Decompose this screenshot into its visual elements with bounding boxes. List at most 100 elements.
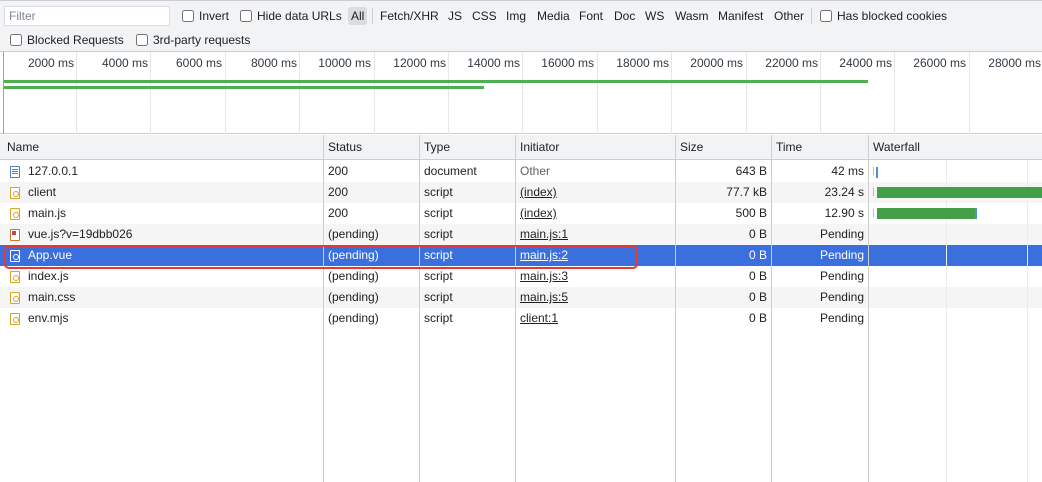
- request-time: Pending: [819, 290, 864, 304]
- request-initiator-link[interactable]: (index): [515, 203, 675, 224]
- request-size: 0 B: [748, 248, 767, 262]
- column-divider[interactable]: [771, 135, 772, 482]
- table-row[interactable]: main.css (pending) script main.js:5 0 B …: [0, 287, 1042, 308]
- type-filter-js[interactable]: JS: [448, 7, 462, 25]
- third-party-requests-checkbox[interactable]: 3rd-party requests: [136, 31, 250, 49]
- type-filter-wasm[interactable]: Wasm: [675, 7, 709, 25]
- overview-gridline: [299, 52, 300, 134]
- filter-toolbar: Invert Hide data URLs All Fetch/XHR JS C…: [0, 0, 1042, 28]
- column-header-status[interactable]: Status: [323, 135, 362, 160]
- overview-bar-main-js: [4, 86, 484, 89]
- overview-tick-label: 4000 ms: [101, 56, 148, 70]
- type-filter-ws[interactable]: WS: [645, 7, 664, 25]
- filter-input[interactable]: [4, 6, 170, 26]
- column-divider[interactable]: [419, 135, 420, 482]
- request-initiator: Other: [520, 164, 551, 178]
- request-name: vue.js?v=19dbb026: [28, 227, 133, 241]
- type-filter-doc[interactable]: Doc: [614, 7, 635, 25]
- type-filter-font[interactable]: Font: [579, 7, 603, 25]
- overview-tick-label: 8000 ms: [250, 56, 297, 70]
- waterfall-tick: [873, 188, 874, 196]
- overview-gridline: [597, 52, 598, 134]
- column-header-time[interactable]: Time: [771, 135, 802, 160]
- request-initiator-link[interactable]: main.js:5: [515, 287, 675, 308]
- column-header-initiator[interactable]: Initiator: [515, 135, 559, 160]
- request-name: main.js: [28, 206, 67, 220]
- invert-label: Invert: [199, 9, 230, 23]
- has-blocked-cookies-checkbox[interactable]: Has blocked cookies: [820, 7, 947, 25]
- table-header: Name Status Type Initiator Size Time Wat…: [0, 135, 1042, 160]
- script-icon: [10, 187, 20, 199]
- document-icon: [10, 166, 20, 178]
- hide-data-urls-checkbox[interactable]: Hide data URLs: [240, 7, 342, 25]
- request-time: Pending: [819, 269, 864, 283]
- request-name: env.mjs: [28, 311, 69, 325]
- overview-tick-label: 12000 ms: [393, 56, 446, 70]
- column-header-name[interactable]: Name: [2, 135, 39, 160]
- overview-tick-label: 24000 ms: [839, 56, 892, 70]
- request-name: main.css: [28, 290, 76, 304]
- blocked-requests-label: Blocked Requests: [27, 33, 124, 47]
- column-divider[interactable]: [323, 135, 324, 482]
- column-header-type[interactable]: Type: [419, 135, 450, 160]
- request-name: 127.0.0.1: [28, 164, 79, 178]
- column-header-waterfall[interactable]: Waterfall: [868, 135, 920, 160]
- column-divider[interactable]: [515, 135, 516, 482]
- request-status: 200: [328, 206, 349, 220]
- invert-checkbox[interactable]: Invert: [182, 7, 229, 25]
- waterfall-tick: [873, 209, 874, 217]
- type-filter-css[interactable]: CSS: [472, 7, 497, 25]
- type-filter-img[interactable]: Img: [506, 7, 526, 25]
- third-party-requests-checkbox-box[interactable]: [136, 34, 148, 46]
- hide-data-urls-label: Hide data URLs: [257, 9, 342, 23]
- hide-data-urls-checkbox-box[interactable]: [240, 10, 252, 22]
- table-row[interactable]: index.js (pending) script main.js:3 0 B …: [0, 266, 1042, 287]
- type-filter-manifest[interactable]: Manifest: [718, 7, 763, 25]
- request-size: 0 B: [748, 311, 767, 325]
- type-filter-all[interactable]: All: [348, 7, 368, 25]
- table-row[interactable]: 127.0.0.1 200 document Other 643 B 42 ms: [0, 161, 1042, 182]
- request-initiator-link[interactable]: main.js:1: [515, 224, 675, 245]
- request-status: (pending): [328, 227, 379, 241]
- has-blocked-cookies-checkbox-box[interactable]: [820, 10, 832, 22]
- overview-bar-client: [4, 80, 868, 83]
- column-divider[interactable]: [675, 135, 676, 482]
- request-type: script: [424, 206, 453, 220]
- request-status: (pending): [328, 311, 379, 325]
- type-filter-separator: [811, 8, 812, 24]
- request-initiator-link[interactable]: main.js:3: [515, 266, 675, 287]
- request-time: 42 ms: [831, 164, 864, 178]
- table-row[interactable]: vue.js?v=19dbb026 (pending) script main.…: [0, 224, 1042, 245]
- overview-tick-label: 20000 ms: [690, 56, 743, 70]
- request-initiator-link[interactable]: (index): [515, 182, 675, 203]
- type-filter-media[interactable]: Media: [537, 7, 570, 25]
- overview-timeline[interactable]: 2000 ms 4000 ms 6000 ms 8000 ms 10000 ms…: [0, 52, 1042, 134]
- request-status: (pending): [328, 290, 379, 304]
- overview-tick-label: 26000 ms: [913, 56, 966, 70]
- invert-checkbox-box[interactable]: [182, 10, 194, 22]
- table-row[interactable]: env.mjs (pending) script client:1 0 B Pe…: [0, 308, 1042, 329]
- request-type: script: [424, 185, 453, 199]
- request-type: script: [424, 311, 453, 325]
- type-filter-fetch-xhr[interactable]: Fetch/XHR: [380, 7, 439, 25]
- blocked-requests-checkbox-box[interactable]: [10, 34, 22, 46]
- blocked-requests-checkbox[interactable]: Blocked Requests: [10, 31, 124, 49]
- request-time: Pending: [819, 248, 864, 262]
- column-header-size[interactable]: Size: [675, 135, 703, 160]
- request-size: 0 B: [748, 227, 767, 241]
- request-time: Pending: [819, 311, 864, 325]
- type-filter-other[interactable]: Other: [774, 7, 804, 25]
- column-divider[interactable]: [868, 135, 869, 482]
- type-filter-separator: [372, 8, 373, 24]
- script-icon: [10, 208, 20, 220]
- request-initiator-link[interactable]: client:1: [515, 308, 675, 329]
- overview-tick-label: 28000 ms: [988, 56, 1041, 70]
- overview-gridline: [746, 52, 747, 134]
- request-type: script: [424, 269, 453, 283]
- waterfall-gridline: [1027, 160, 1028, 482]
- overview-gridline: [150, 52, 151, 134]
- waterfall-bar-client: [877, 187, 1042, 198]
- overview-gridline: [820, 52, 821, 134]
- overview-gridline: [76, 52, 77, 134]
- request-type: script: [424, 290, 453, 304]
